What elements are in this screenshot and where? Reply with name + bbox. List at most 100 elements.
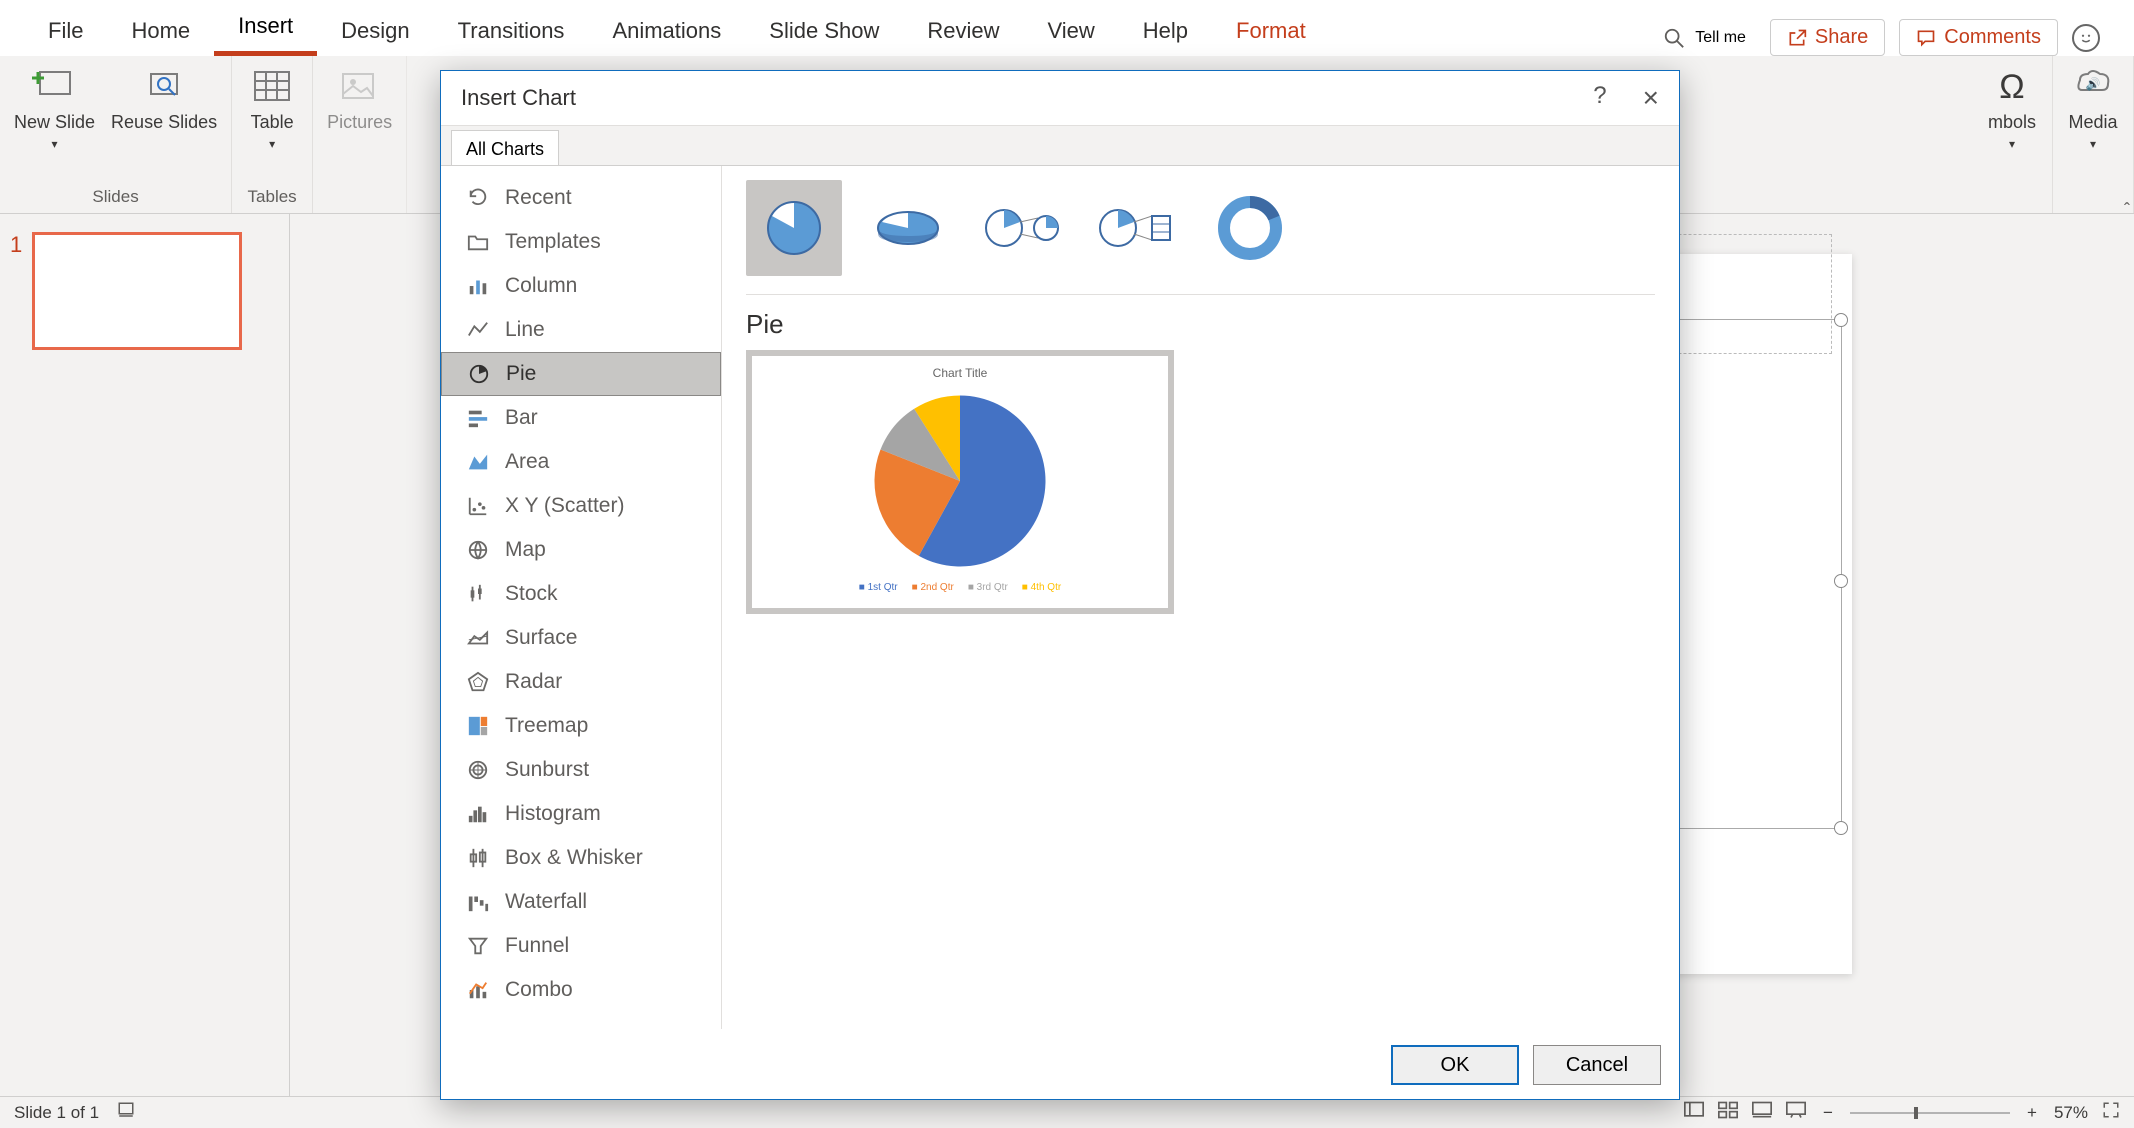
nav-waterfall[interactable]: Waterfall (441, 880, 721, 924)
resize-handle-icon[interactable] (1834, 313, 1848, 327)
reuse-slides-button[interactable]: Reuse Slides (111, 66, 217, 133)
ribbon-tabs: File Home Insert Design Transitions Anim… (0, 0, 2134, 56)
subtype-3d-pie[interactable] (860, 180, 956, 276)
map-icon (465, 537, 491, 563)
tab-help[interactable]: Help (1119, 8, 1212, 56)
tab-file[interactable]: File (24, 8, 107, 56)
slide-thumbnail-1[interactable]: 1 (10, 232, 279, 350)
nav-map[interactable]: Map (441, 528, 721, 572)
ribbon-group-slides-label: Slides (92, 187, 138, 207)
nav-line[interactable]: Line (441, 308, 721, 352)
slide-count-status: Slide 1 of 1 (14, 1103, 99, 1123)
tab-home[interactable]: Home (107, 8, 214, 56)
ribbon-group-tables-label: Tables (248, 187, 297, 207)
view-slideshow-icon[interactable] (1786, 1101, 1806, 1124)
ribbon-group-tables: Table ▾ Tables (232, 56, 313, 213)
nav-area[interactable]: Area (441, 440, 721, 484)
chart-subtype-row (746, 180, 1655, 295)
tab-format[interactable]: Format (1212, 8, 1330, 56)
view-sorter-icon[interactable] (1718, 1101, 1738, 1124)
zoom-slider[interactable] (1850, 1112, 2010, 1114)
sunburst-icon (465, 757, 491, 783)
feedback-smiley-icon[interactable] (2072, 24, 2100, 52)
pictures-button[interactable]: Pictures (327, 66, 392, 133)
nav-templates[interactable]: Templates (441, 220, 721, 264)
help-icon[interactable]: ? (1593, 82, 1606, 114)
ribbon-group-slides: New Slide ▾ Reuse Slides Slides (0, 56, 232, 213)
tab-slideshow[interactable]: Slide Show (745, 8, 903, 56)
nav-recent[interactable]: Recent (441, 176, 721, 220)
view-normal-icon[interactable] (1684, 1101, 1704, 1124)
media-button[interactable]: 🔊 Media ▾ (2067, 66, 2119, 151)
new-slide-label: New Slide (14, 112, 95, 133)
subtype-bar-of-pie[interactable] (1088, 180, 1184, 276)
nav-sunburst[interactable]: Sunburst (441, 748, 721, 792)
tab-design[interactable]: Design (317, 8, 433, 56)
ribbon-group-images: Pictures (313, 56, 407, 213)
dialog-buttons: OK Cancel (1391, 1045, 1661, 1085)
tab-insert[interactable]: Insert (214, 3, 317, 56)
status-bar: Slide 1 of 1 − + 57% (0, 1096, 2134, 1128)
chart-preview[interactable]: Chart Title 1st Qtr 2nd Qtr 3rd Qtr 4th … (746, 350, 1174, 614)
tab-transitions[interactable]: Transitions (434, 8, 589, 56)
new-slide-button[interactable]: New Slide ▾ (14, 66, 95, 151)
slide-index: 1 (10, 232, 22, 258)
nav-combo[interactable]: Combo (441, 968, 721, 1012)
cancel-button[interactable]: Cancel (1533, 1045, 1661, 1085)
treemap-icon (465, 713, 491, 739)
nav-histogram[interactable]: Histogram (441, 792, 721, 836)
nav-stock[interactable]: Stock (441, 572, 721, 616)
area-chart-icon (465, 449, 491, 475)
pie-chart-preview-icon (865, 386, 1055, 576)
reuse-slides-label: Reuse Slides (111, 112, 217, 133)
nav-radar[interactable]: Radar (441, 660, 721, 704)
resize-handle-icon[interactable] (1834, 574, 1848, 588)
chart-section-title: Pie (746, 309, 1655, 340)
ribbon-group-symbols: Ω mbols ▾ (1972, 56, 2053, 213)
close-icon[interactable]: × (1643, 82, 1659, 114)
share-button[interactable]: Share (1770, 19, 1885, 56)
waterfall-icon (465, 889, 491, 915)
nav-surface[interactable]: Surface (441, 616, 721, 660)
comment-icon (1916, 28, 1936, 48)
tab-animations[interactable]: Animations (588, 8, 745, 56)
zoom-percent[interactable]: 57% (2054, 1103, 2088, 1123)
zoom-in-button[interactable]: + (2024, 1103, 2040, 1123)
nav-pie[interactable]: Pie (441, 352, 721, 396)
pictures-label: Pictures (327, 112, 392, 133)
zoom-out-button[interactable]: − (1820, 1103, 1836, 1123)
nav-scatter[interactable]: X Y (Scatter) (441, 484, 721, 528)
tell-me-label: Tell me (1695, 29, 1746, 47)
radar-chart-icon (465, 669, 491, 695)
comments-button[interactable]: Comments (1899, 19, 2058, 56)
tell-me-search[interactable]: Tell me (1653, 21, 1756, 55)
resize-handle-icon[interactable] (1834, 821, 1848, 835)
subtype-doughnut[interactable] (1202, 180, 1298, 276)
line-chart-icon (465, 317, 491, 343)
nav-column[interactable]: Column (441, 264, 721, 308)
folder-icon (465, 229, 491, 255)
nav-bar[interactable]: Bar (441, 396, 721, 440)
pie-legend: 1st Qtr 2nd Qtr 3rd Qtr 4th Qtr (859, 582, 1061, 593)
tab-view[interactable]: View (1024, 8, 1119, 56)
nav-treemap[interactable]: Treemap (441, 704, 721, 748)
chevron-down-icon: ▾ (52, 137, 58, 151)
dialog-title: Insert Chart (461, 85, 576, 111)
dialog-tabs: All Charts (441, 125, 1679, 165)
subtype-pie[interactable] (746, 180, 842, 276)
notes-icon[interactable] (117, 1101, 135, 1124)
tab-all-charts[interactable]: All Charts (451, 130, 559, 166)
table-button[interactable]: Table ▾ (246, 66, 298, 151)
view-reading-icon[interactable] (1752, 1101, 1772, 1124)
nav-funnel[interactable]: Funnel (441, 924, 721, 968)
symbols-button[interactable]: Ω mbols ▾ (1986, 66, 2038, 151)
table-label: Table (251, 112, 294, 133)
subtype-pie-of-pie[interactable] (974, 180, 1070, 276)
tab-review[interactable]: Review (903, 8, 1023, 56)
nav-box-whisker[interactable]: Box & Whisker (441, 836, 721, 880)
dialog-titlebar: Insert Chart ? × (441, 71, 1679, 125)
fit-to-window-icon[interactable] (2102, 1101, 2120, 1124)
combo-chart-icon (465, 977, 491, 1003)
ok-button[interactable]: OK (1391, 1045, 1519, 1085)
media-label: Media (2068, 112, 2117, 133)
